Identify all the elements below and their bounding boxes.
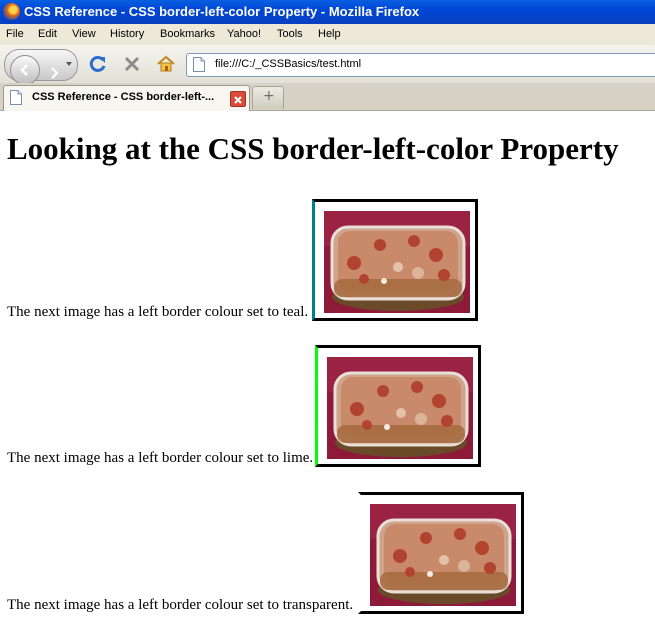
back-button[interactable] (10, 55, 40, 85)
menu-view[interactable]: View (72, 28, 96, 40)
bordered-image-transparent (358, 492, 524, 614)
page-heading: Looking at the CSS border-left-color Pro… (7, 131, 619, 166)
stop-icon[interactable] (122, 54, 142, 74)
example-row-teal: The next image has a left border colour … (7, 191, 507, 321)
reload-icon[interactable] (88, 54, 108, 74)
history-dropdown-icon[interactable] (66, 62, 72, 66)
url-input[interactable] (215, 56, 645, 72)
menu-edit[interactable]: Edit (38, 28, 57, 40)
example-row-lime: The next image has a left border colour … (7, 337, 507, 467)
menu-help[interactable]: Help (318, 28, 341, 40)
back-arrow-icon (20, 64, 28, 76)
firefox-icon (3, 3, 20, 20)
new-tab-button[interactable]: + (252, 86, 284, 109)
page-content: Looking at the CSS border-left-color Pro… (0, 111, 655, 627)
menu-history[interactable]: History (110, 28, 144, 40)
food-image (324, 211, 470, 313)
food-image (370, 504, 516, 606)
tab-close-icon[interactable] (230, 91, 246, 107)
caption-lime: The next image has a left border colour … (7, 450, 314, 466)
example-row-transparent: The next image has a left border colour … (7, 484, 547, 614)
window-titlebar: CSS Reference - CSS border-left-color Pr… (0, 0, 655, 24)
menu-file[interactable]: File (6, 28, 24, 40)
navigation-toolbar (0, 45, 655, 85)
tab-bar: CSS Reference - CSS border-left-... + (0, 83, 655, 111)
menu-yahoo[interactable]: Yahoo! (227, 28, 261, 40)
menu-bookmarks[interactable]: Bookmarks (160, 28, 215, 40)
window-title: CSS Reference - CSS border-left-color Pr… (24, 4, 420, 19)
tab-page-icon (10, 90, 22, 105)
caption-transparent: The next image has a left border colour … (7, 597, 354, 613)
page-icon (193, 57, 205, 72)
bordered-image-lime (315, 345, 481, 467)
forward-arrow-icon (51, 67, 59, 79)
plus-icon: + (263, 88, 275, 104)
caption-teal: The next image has a left border colour … (7, 304, 309, 320)
tab-active[interactable]: CSS Reference - CSS border-left-... (3, 85, 250, 111)
menu-tools[interactable]: Tools (277, 28, 303, 40)
tab-label: CSS Reference - CSS border-left-... (32, 91, 215, 103)
home-icon[interactable] (156, 54, 176, 74)
bordered-image-teal (312, 199, 478, 321)
food-image (327, 357, 473, 459)
forward-button[interactable] (41, 60, 63, 80)
address-bar[interactable] (186, 53, 655, 77)
menu-bar: File Edit View History Bookmarks Yahoo! … (0, 24, 655, 45)
